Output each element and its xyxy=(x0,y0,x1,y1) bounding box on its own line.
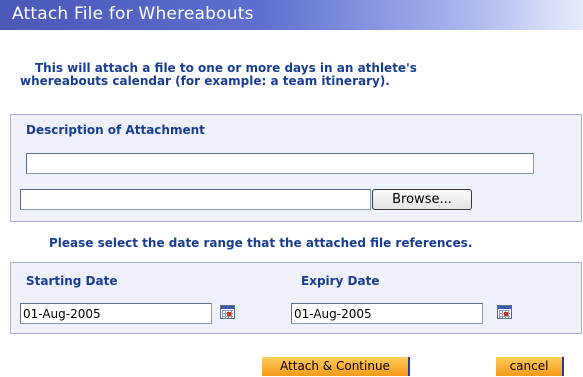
attach-continue-button[interactable]: Attach & Continue xyxy=(262,357,410,376)
intro-line-2: whereabouts calendar (for example: a tea… xyxy=(20,74,390,88)
date-range-instruction: Please select the date range that the at… xyxy=(49,236,473,250)
starting-date-input[interactable]: 01-Aug-2005 xyxy=(20,303,212,324)
window-title: Attach File for Whereabouts xyxy=(12,4,254,24)
intro-text: This will attach a file to one or more d… xyxy=(20,62,540,88)
file-path-input[interactable] xyxy=(20,189,371,210)
expiry-date-label: Expiry Date xyxy=(301,274,380,288)
description-label: Description of Attachment xyxy=(26,123,205,137)
date-panel: Starting Date Expiry Date 01-Aug-2005 01… xyxy=(10,262,582,334)
calendar-icon[interactable] xyxy=(497,305,512,319)
title-bar: Attach File for Whereabouts xyxy=(0,0,583,30)
calendar-icon-header xyxy=(221,306,234,309)
calendar-icon-marker xyxy=(504,312,508,316)
calendar-icon-marker xyxy=(227,312,231,316)
starting-date-label: Starting Date xyxy=(26,274,118,288)
description-panel: Description of Attachment Browse... xyxy=(10,114,582,222)
calendar-icon[interactable] xyxy=(220,305,235,319)
browse-button[interactable]: Browse... xyxy=(372,189,472,210)
expiry-date-input[interactable]: 01-Aug-2005 xyxy=(291,303,483,324)
cancel-button[interactable]: cancel xyxy=(496,357,564,376)
description-input[interactable] xyxy=(26,153,534,174)
calendar-icon-header xyxy=(498,306,511,309)
